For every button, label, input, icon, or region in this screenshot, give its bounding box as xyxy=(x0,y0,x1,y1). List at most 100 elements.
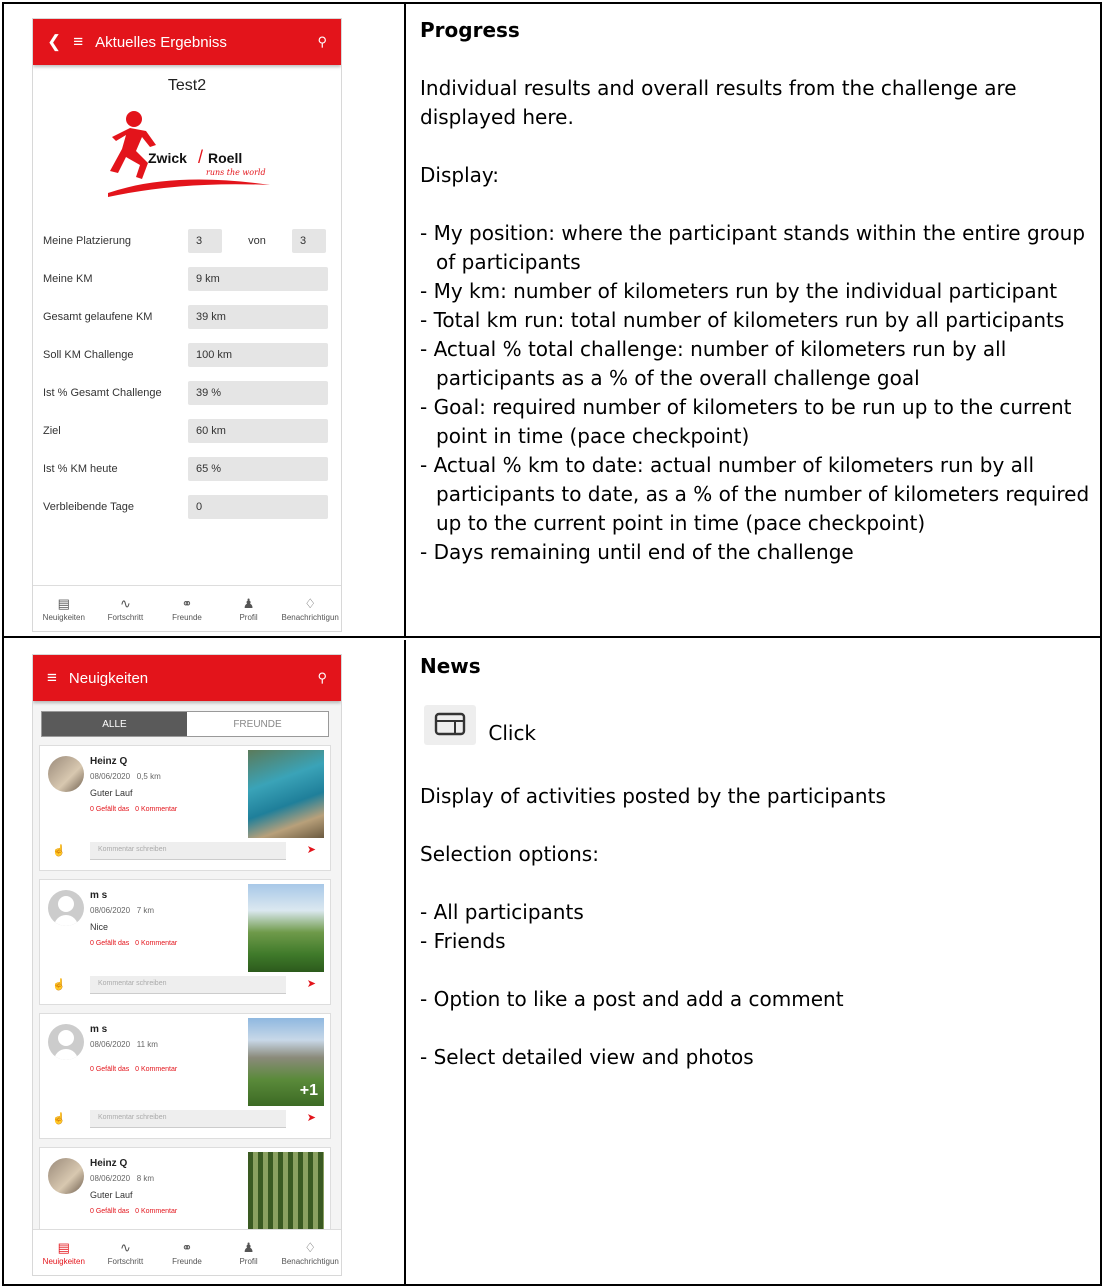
list-item: - Actual % total challenge: number of ki… xyxy=(420,337,1007,390)
pct-today-row: Ist % KM heute 65 % xyxy=(43,457,333,481)
my-km-value: 9 km xyxy=(188,267,328,291)
nav-progress-label: Fortschritt xyxy=(107,1256,144,1266)
post-author: Heinz Q xyxy=(90,1158,128,1169)
nav-news-label: Neuigkeiten xyxy=(42,612,85,622)
like-icon[interactable]: ☝ xyxy=(52,978,66,991)
post-photo[interactable] xyxy=(248,750,324,838)
days-left-value: 0 xyxy=(188,495,328,519)
feed-filter-tabs: ALLE FREUNDE xyxy=(41,711,329,737)
pct-today-value: 65 % xyxy=(188,457,328,481)
list-item: - Goal: required number of kilometers to… xyxy=(420,395,1072,448)
search-icon[interactable]: ⚲ xyxy=(317,670,327,686)
comments-count[interactable]: 0 Kommentar xyxy=(135,806,177,813)
search-icon[interactable]: ⚲ xyxy=(317,34,327,50)
goal-label: Ziel xyxy=(43,425,61,437)
post-photo[interactable] xyxy=(248,884,324,972)
nav-news[interactable]: ▤ Neuigkeiten xyxy=(34,1240,94,1266)
comment-input[interactable]: Kommentar schreiben xyxy=(90,976,286,994)
nav-notifications[interactable]: ♢ Benachrichtigun xyxy=(280,596,340,622)
comments-count[interactable]: 0 Kommentar xyxy=(135,940,177,947)
nav-friends[interactable]: ⚭ Freunde xyxy=(157,596,217,622)
placement-row: Meine Platzierung 3 von 3 xyxy=(43,229,333,253)
post-author: m s xyxy=(90,890,108,901)
progress-display-label: Display: xyxy=(420,163,500,187)
progress-appbar: ❮ ≡ Aktuelles Ergebniss ⚲ xyxy=(33,19,341,65)
news-like-note: - Option to like a post and add a commen… xyxy=(420,987,844,1011)
document-table: ❮ ≡ Aktuelles Ergebniss ⚲ Test2 Zwick / … xyxy=(2,2,1102,1286)
pct-total-value: 39 % xyxy=(188,381,328,405)
bell-icon: ♢ xyxy=(304,595,316,611)
progress-intro: Individual results and overall results f… xyxy=(420,76,1017,129)
send-icon[interactable]: ➤ xyxy=(307,977,316,990)
like-icon[interactable]: ☝ xyxy=(52,844,66,857)
likes-count[interactable]: 0 Gefällt das xyxy=(90,1066,129,1073)
news-post-card[interactable]: Heinz Q 08/06/2020 8 km Guter Lauf 0 Gef… xyxy=(39,1147,331,1237)
likes-count[interactable]: 0 Gefällt das xyxy=(90,940,129,947)
progress-description-cell: Progress Individual results and overall … xyxy=(408,4,1100,636)
nav-profile[interactable]: ♟ Profil xyxy=(219,596,279,622)
back-arrow-icon[interactable]: ❮ xyxy=(47,32,61,52)
send-icon[interactable]: ➤ xyxy=(307,1111,316,1124)
total-km-value: 39 km xyxy=(188,305,328,329)
post-social: 0 Gefällt das 0 Kommentar xyxy=(90,1208,177,1215)
placement-value: 3 xyxy=(188,229,222,253)
total-km-row: Gesamt gelaufene KM 39 km xyxy=(43,305,333,329)
news-heading: News xyxy=(420,654,481,678)
news-post-card[interactable]: m s 08/06/2020 11 km 0 Gefällt das 0 Kom… xyxy=(39,1013,331,1139)
menu-icon[interactable]: ≡ xyxy=(47,668,57,688)
tab-all[interactable]: ALLE xyxy=(42,712,187,736)
progress-phone-screen: ❮ ≡ Aktuelles Ergebniss ⚲ Test2 Zwick / … xyxy=(32,18,342,632)
comment-input[interactable]: Kommentar schreiben xyxy=(90,1110,286,1128)
news-post-card[interactable]: m s 08/06/2020 7 km Nice 0 Gefällt das 0… xyxy=(39,879,331,1005)
post-photo[interactable] xyxy=(248,1152,324,1232)
nav-news[interactable]: ▤ Neuigkeiten xyxy=(34,596,94,622)
svg-text:Roell: Roell xyxy=(208,150,242,166)
comments-count[interactable]: 0 Kommentar xyxy=(135,1208,177,1215)
nav-progress[interactable]: ∿ Fortschritt xyxy=(95,596,155,622)
progress-content: Test2 Zwick / Roell runs the world Meine… xyxy=(33,65,341,587)
list-item: - My km: number of kilometers run by the… xyxy=(420,279,1058,303)
likes-count[interactable]: 0 Gefällt das xyxy=(90,1208,129,1215)
post-text: Nice xyxy=(90,922,109,932)
svg-text:Zwick: Zwick xyxy=(148,150,187,166)
news-phone-screen: ≡ Neuigkeiten ⚲ ALLE FREUNDE Heinz Q 08/… xyxy=(32,654,342,1276)
news-screenshot-cell: ≡ Neuigkeiten ⚲ ALLE FREUNDE Heinz Q 08/… xyxy=(4,640,406,1286)
days-left-row: Verbleibende Tage 0 xyxy=(43,495,333,519)
nav-progress-label: Fortschritt xyxy=(107,612,144,622)
target-km-label: Soll KM Challenge xyxy=(43,349,134,361)
post-social: 0 Gefällt das 0 Kommentar xyxy=(90,940,177,947)
news-intro: Display of activities posted by the part… xyxy=(420,784,886,808)
avatar xyxy=(48,756,84,792)
tab-friends[interactable]: FREUNDE xyxy=(187,712,328,736)
comment-input[interactable]: Kommentar schreiben xyxy=(90,842,286,860)
like-icon[interactable]: ☝ xyxy=(52,1112,66,1125)
nav-profile[interactable]: ♟ Profil xyxy=(219,1240,279,1266)
comments-count[interactable]: 0 Kommentar xyxy=(135,1066,177,1073)
post-photo[interactable]: +1 xyxy=(248,1018,324,1106)
news-detail-note: - Select detailed view and photos xyxy=(420,1045,754,1069)
post-date: 08/06/2020 xyxy=(90,1174,131,1183)
post-distance: 0,5 km xyxy=(136,772,161,781)
friends-icon: ⚭ xyxy=(181,1239,193,1255)
placement-total: 3 xyxy=(292,229,326,253)
click-instruction: Click xyxy=(420,705,1090,753)
menu-icon[interactable]: ≡ xyxy=(73,32,83,52)
send-icon[interactable]: ➤ xyxy=(307,843,316,856)
post-social: 0 Gefällt das 0 Kommentar xyxy=(90,1066,177,1073)
svg-text:/: / xyxy=(198,147,203,167)
profile-icon: ♟ xyxy=(242,595,255,611)
progress-icon: ∿ xyxy=(119,595,131,611)
target-km-row: Soll KM Challenge 100 km xyxy=(43,343,333,367)
list-item: - Friends xyxy=(420,929,506,953)
my-km-row: Meine KM 9 km xyxy=(43,267,333,291)
progress-heading: Progress xyxy=(420,18,520,42)
nav-friends[interactable]: ⚭ Freunde xyxy=(157,1240,217,1266)
nav-notifications[interactable]: ♢ Benachrichtigun xyxy=(280,1240,340,1266)
nav-progress[interactable]: ∿ Fortschritt xyxy=(95,1240,155,1266)
progress-row: ❮ ≡ Aktuelles Ergebniss ⚲ Test2 Zwick / … xyxy=(4,4,1100,638)
news-post-card[interactable]: Heinz Q 08/06/2020 0,5 km Guter Lauf 0 G… xyxy=(39,745,331,871)
post-meta: 08/06/2020 7 km xyxy=(90,906,154,915)
likes-count[interactable]: 0 Gefällt das xyxy=(90,806,129,813)
post-author: Heinz Q xyxy=(90,756,128,767)
list-item: - Actual % km to date: actual number of … xyxy=(420,453,1090,535)
